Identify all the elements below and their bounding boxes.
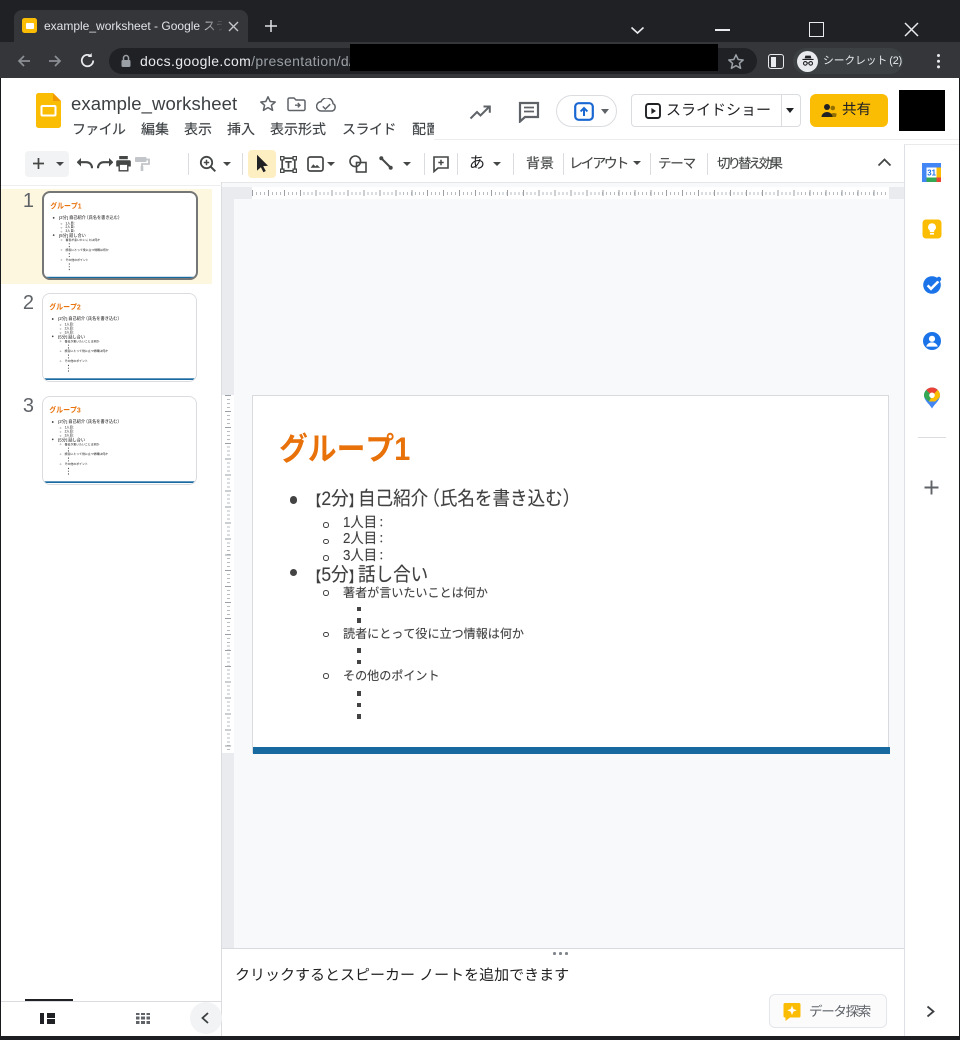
svg-text:31: 31 bbox=[927, 168, 936, 177]
